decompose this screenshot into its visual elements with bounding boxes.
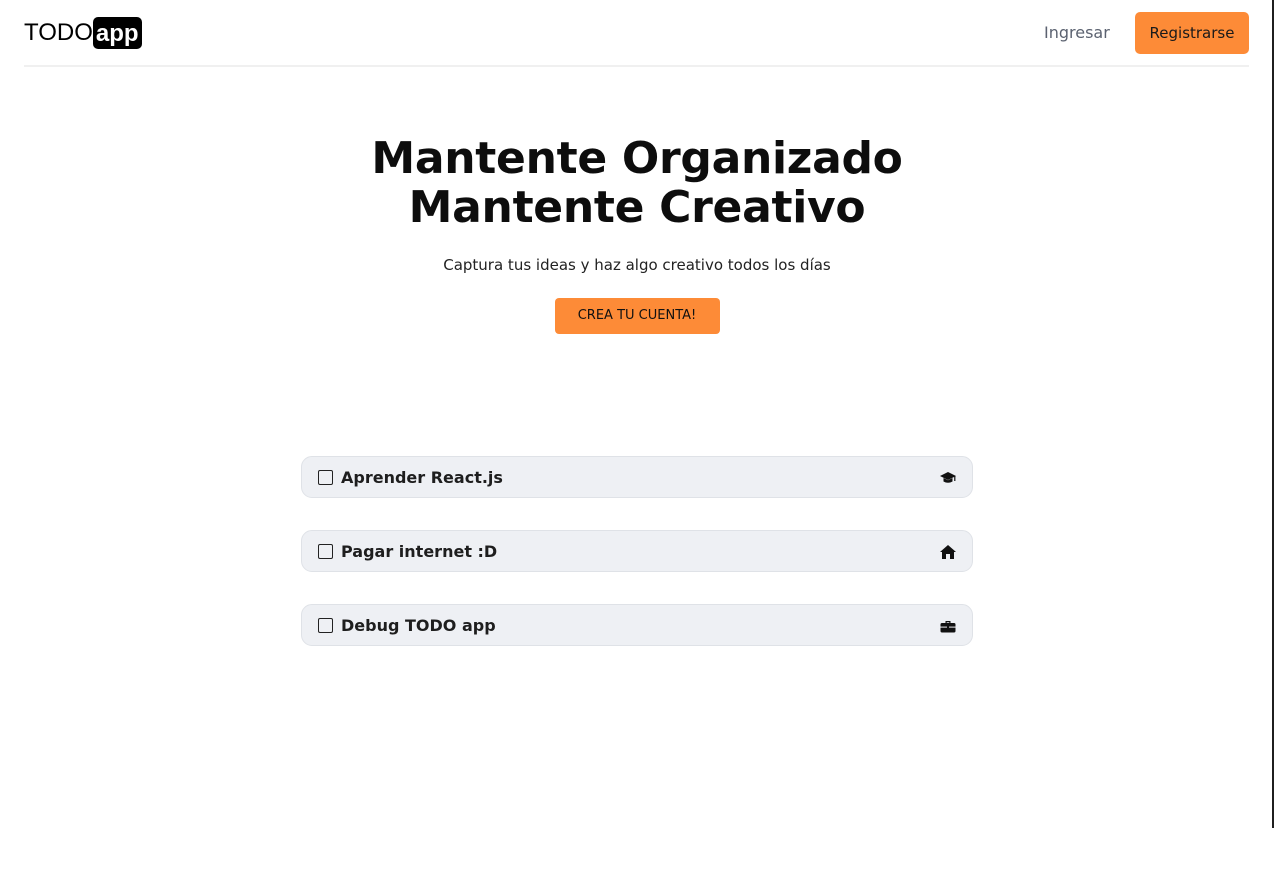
register-button[interactable]: Registrarse	[1135, 12, 1249, 54]
hero-section: Mantente Organizado Mantente Creativo Ca…	[0, 134, 1274, 334]
brand-logo[interactable]: TODO app	[24, 17, 142, 49]
todo-checkbox[interactable]	[318, 617, 333, 633]
todo-label: Debug TODO app	[341, 615, 496, 635]
todo-item: Pagar internet :D	[301, 530, 973, 572]
todo-checkbox[interactable]	[318, 543, 333, 559]
todo-item: Debug TODO app	[301, 604, 973, 646]
brand-todo-text: TODO	[24, 19, 93, 46]
navbar: TODO app Ingresar Registrarse	[24, 0, 1249, 67]
todo-label: Pagar internet :D	[341, 541, 498, 561]
todo-list: Aprender React.js Pagar internet :D Debu…	[301, 456, 973, 678]
graduation-cap-icon	[940, 472, 956, 483]
todo-checkbox[interactable]	[318, 469, 333, 485]
briefcase-icon	[940, 621, 956, 633]
hero-title-line-2: Mantente Creativo	[408, 182, 866, 233]
hero-subtitle: Captura tus ideas y haz algo creativo to…	[443, 256, 831, 274]
create-account-button[interactable]: CREA TU CUENTA!	[554, 298, 720, 334]
todo-label: Aprender React.js	[341, 467, 503, 487]
login-link[interactable]: Ingresar	[1044, 23, 1110, 42]
brand-app-badge: app	[92, 17, 142, 49]
hero-title-line-1: Mantente Organizado	[371, 133, 903, 184]
home-icon	[940, 545, 956, 559]
todo-item: Aprender React.js	[301, 456, 973, 498]
hero-title: Mantente Organizado Mantente Creativo	[0, 134, 1274, 232]
